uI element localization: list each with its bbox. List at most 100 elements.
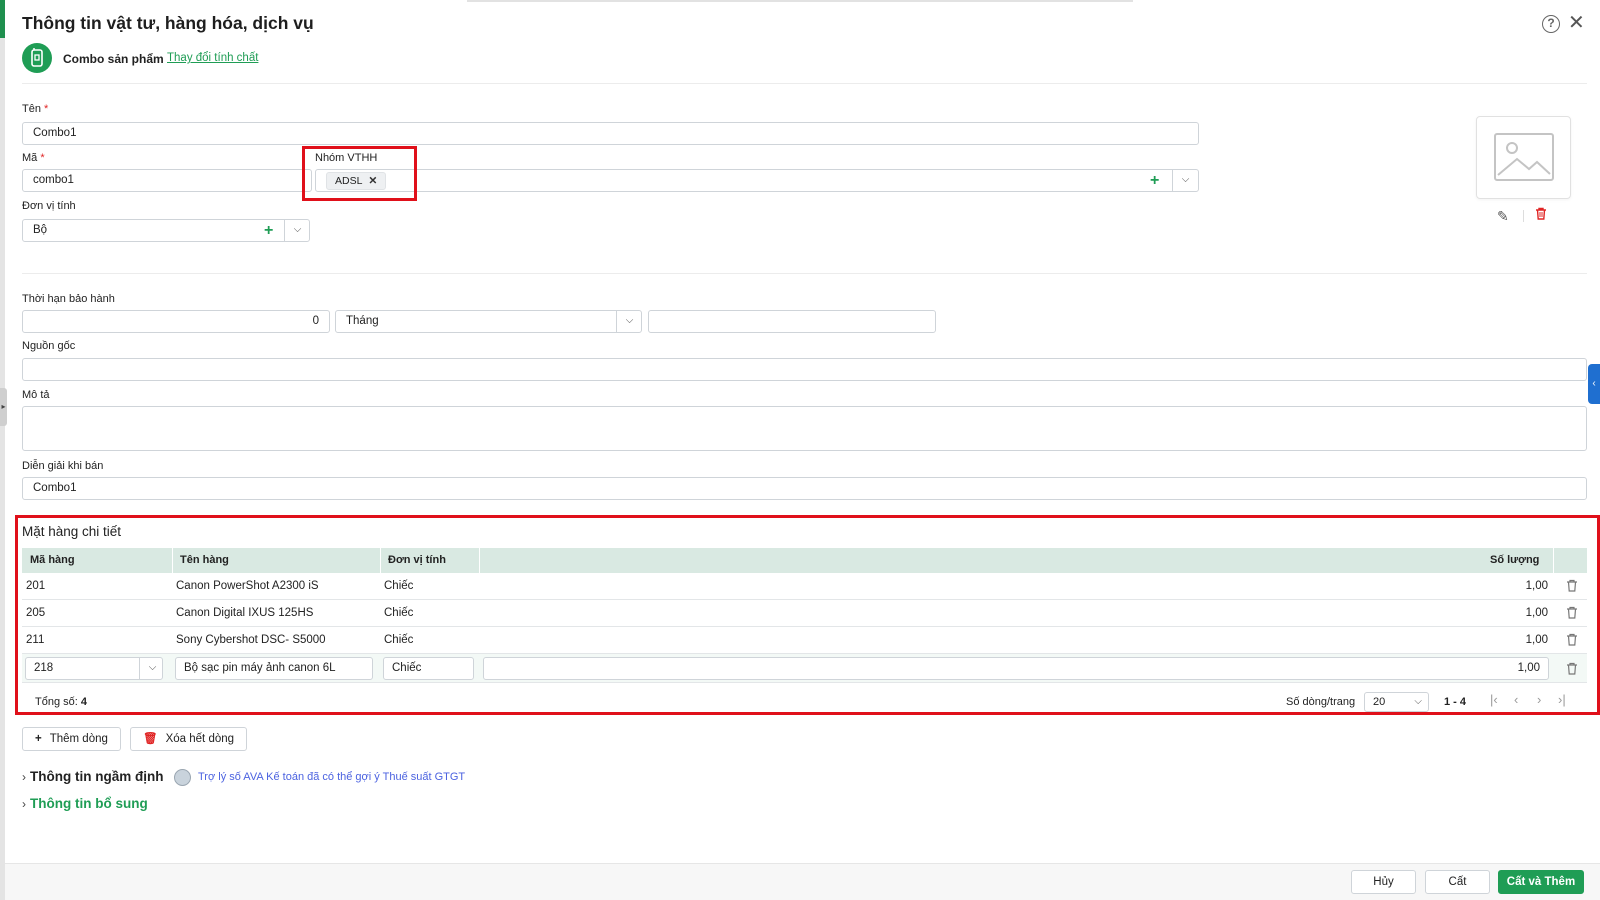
clear-rows-label: Xóa hết dòng xyxy=(165,733,235,745)
origin-label: Nguồn gốc xyxy=(22,340,76,352)
row-qty: 1,00 xyxy=(1525,634,1548,646)
unit-label: Đơn vị tính xyxy=(22,200,76,212)
plus-icon: + xyxy=(35,733,42,745)
warranty-duration-input[interactable]: 0 xyxy=(22,310,330,333)
add-row-label: Thêm dòng xyxy=(49,733,108,745)
first-page-icon[interactable]: |‹ xyxy=(1490,692,1498,707)
description-textarea[interactable] xyxy=(22,406,1587,451)
code-label: Mã * xyxy=(22,152,45,164)
extra-info-label: Thông tin bổ sung xyxy=(30,796,148,811)
page-range: 1 - 4 xyxy=(1444,696,1467,708)
total-count: Tổng số: 4 xyxy=(35,696,87,708)
warranty-label: Thời hạn bảo hành xyxy=(22,293,115,305)
product-nature-label: Combo sản phẩm xyxy=(63,52,164,66)
col-unit[interactable]: Đơn vị tính xyxy=(380,548,454,573)
dialog-title: Thông tin vật tư, hàng hóa, dịch vụ xyxy=(22,13,314,33)
ai-hint-link[interactable]: Trợ lý số AVA Kế toán đã có thể gợi ý Th… xyxy=(198,771,465,783)
chip-remove-icon[interactable]: ✕ xyxy=(368,175,377,187)
chevron-right-icon: › xyxy=(22,797,26,811)
image-icon xyxy=(1494,133,1554,181)
close-icon[interactable]: ✕ xyxy=(1568,12,1585,34)
details-title: Mặt hàng chi tiết xyxy=(22,524,122,539)
save-button[interactable]: Cất xyxy=(1425,870,1490,894)
warranty-unit-dropdown-icon[interactable]: ⌵ xyxy=(616,310,642,333)
row-code: 201 xyxy=(26,580,46,592)
save-and-add-button[interactable]: Cất và Thêm xyxy=(1498,870,1584,894)
collapse-handle-icon[interactable]: ▸ xyxy=(0,388,7,426)
row-name: Canon Digital IXUS 125HS xyxy=(176,607,314,619)
table-row[interactable]: 211 Sony Cybershot DSC- S5000 Chiếc 1,00 xyxy=(22,627,1587,654)
col-qty[interactable]: Số lượng xyxy=(1482,548,1547,573)
chevron-down-icon: ⌵ xyxy=(1414,696,1422,707)
separator xyxy=(1523,210,1524,222)
group-label: Nhóm VTHH xyxy=(315,152,378,164)
delete-row-icon[interactable] xyxy=(1566,606,1578,622)
table-row-editing[interactable]: 218 ⌵ Bộ sạc pin máy ảnh canon 6L Chiếc … xyxy=(22,654,1587,683)
ai-assistant-avatar xyxy=(174,769,191,786)
warranty-extra-input[interactable] xyxy=(648,310,936,333)
table-header: Mã hàng Tên hàng Đơn vị tính Số lượng xyxy=(22,548,1587,573)
row-unit: Chiếc xyxy=(384,580,414,592)
prev-page-icon[interactable]: ‹ xyxy=(1514,692,1518,707)
row-unit: Chiếc xyxy=(384,634,414,646)
default-info-expander[interactable]: › Thông tin ngầm định xyxy=(22,769,163,784)
col-code[interactable]: Mã hàng xyxy=(22,548,83,573)
group-multiselect[interactable] xyxy=(315,169,1199,192)
add-row-button[interactable]: + Thêm dòng xyxy=(22,727,121,751)
row-qty: 1,00 xyxy=(1525,580,1548,592)
code-input[interactable]: combo1 xyxy=(22,169,312,192)
extra-info-expander[interactable]: › Thông tin bổ sung xyxy=(22,796,148,811)
cancel-button[interactable]: Hủy xyxy=(1351,870,1416,894)
edit-name-input[interactable]: Bộ sạc pin máy ảnh canon 6L xyxy=(175,657,373,680)
default-info-label: Thông tin ngầm định xyxy=(30,769,164,784)
row-qty: 1,00 xyxy=(1525,607,1548,619)
description-label: Mô tả xyxy=(22,389,50,401)
warranty-unit-select[interactable]: Tháng xyxy=(335,310,642,333)
chevron-right-icon: › xyxy=(22,770,26,784)
pencil-icon[interactable]: ✎ xyxy=(1497,208,1509,225)
row-unit: Chiếc xyxy=(384,607,414,619)
col-name[interactable]: Tên hàng xyxy=(172,548,237,573)
delete-row-icon[interactable] xyxy=(1566,579,1578,595)
edit-code-dropdown-icon[interactable]: ⌵ xyxy=(139,657,165,680)
add-group-icon[interactable]: + xyxy=(1150,170,1159,191)
rows-per-page-label: Số dòng/trang xyxy=(1286,696,1356,708)
top-divider xyxy=(467,0,1133,2)
rows-per-page-value: 20 xyxy=(1373,696,1386,708)
row-name: Canon PowerShot A2300 iS xyxy=(176,580,319,592)
change-nature-link[interactable]: Thay đổi tính chất xyxy=(167,52,258,64)
name-label: Tên * xyxy=(22,103,49,115)
row-name: Sony Cybershot DSC- S5000 xyxy=(176,634,326,646)
row-code: 205 xyxy=(26,607,46,619)
group-dropdown-icon[interactable]: ⌵ xyxy=(1172,169,1198,192)
divider xyxy=(22,83,1587,84)
next-page-icon[interactable]: › xyxy=(1537,692,1541,707)
origin-input[interactable] xyxy=(22,358,1587,381)
side-panel-toggle-icon[interactable]: ‹ xyxy=(1588,364,1600,404)
combo-product-icon xyxy=(22,43,52,73)
row-code: 211 xyxy=(26,634,45,646)
left-strip: ▸ xyxy=(0,0,7,900)
table-row[interactable]: 201 Canon PowerShot A2300 iS Chiếc 1,00 xyxy=(22,573,1587,600)
name-input[interactable]: Combo1 xyxy=(22,122,1199,145)
table-row[interactable]: 205 Canon Digital IXUS 125HS Chiếc 1,00 xyxy=(22,600,1587,627)
help-icon[interactable]: ? xyxy=(1542,15,1560,33)
divider xyxy=(22,273,1587,274)
image-placeholder[interactable] xyxy=(1476,116,1571,199)
sales-desc-input[interactable]: Combo1 xyxy=(22,477,1587,500)
add-unit-icon[interactable]: + xyxy=(264,220,273,241)
delete-row-icon[interactable] xyxy=(1566,662,1578,678)
edit-unit-input[interactable]: Chiếc xyxy=(383,657,474,680)
last-page-icon[interactable]: ›| xyxy=(1558,692,1566,707)
group-chip[interactable]: ADSL ✕ xyxy=(326,172,387,190)
trash-icon: 🗑 xyxy=(143,733,158,745)
clear-rows-button[interactable]: 🗑 Xóa hết dòng xyxy=(130,727,248,751)
sales-desc-label: Diễn giải khi bán xyxy=(22,460,104,472)
delete-row-icon[interactable] xyxy=(1566,633,1578,649)
edit-qty-input[interactable]: 1,00 xyxy=(483,657,1549,680)
delete-image-icon[interactable] xyxy=(1535,207,1547,223)
group-chip-label: ADSL xyxy=(335,175,363,187)
unit-dropdown-icon[interactable]: ⌵ xyxy=(284,219,310,242)
left-strip-accent xyxy=(0,0,5,38)
rows-per-page-select[interactable]: 20 ⌵ xyxy=(1364,692,1429,712)
